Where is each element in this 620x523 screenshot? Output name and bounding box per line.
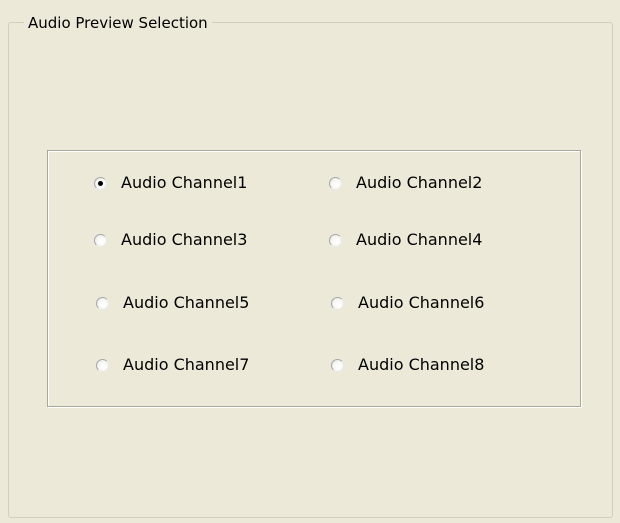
radio-button-icon[interactable] — [96, 296, 109, 310]
radio-audio-channel-4[interactable]: Audio Channel4 — [329, 230, 482, 250]
radio-audio-channel-5[interactable]: Audio Channel5 — [96, 293, 249, 313]
radio-button-icon[interactable] — [96, 358, 109, 372]
radio-audio-channel-1[interactable]: Audio Channel1 — [94, 173, 247, 193]
radio-label: Audio Channel6 — [358, 293, 485, 312]
radio-audio-channel-8[interactable]: Audio Channel8 — [331, 355, 484, 375]
radio-button-icon[interactable] — [94, 233, 107, 247]
radio-label: Audio Channel7 — [123, 355, 250, 374]
radio-label: Audio Channel4 — [356, 230, 483, 249]
radio-button-icon[interactable] — [331, 296, 344, 310]
radio-button-icon[interactable] — [329, 176, 342, 190]
audio-preview-group-title: Audio Preview Selection — [24, 15, 212, 31]
radio-label: Audio Channel2 — [356, 173, 483, 192]
radio-label: Audio Channel5 — [123, 293, 250, 312]
radio-button-icon[interactable] — [94, 176, 107, 190]
radio-button-icon[interactable] — [331, 358, 344, 372]
radio-audio-channel-6[interactable]: Audio Channel6 — [331, 293, 484, 313]
radio-button-icon[interactable] — [329, 233, 342, 247]
radio-audio-channel-3[interactable]: Audio Channel3 — [94, 230, 247, 250]
radio-label: Audio Channel8 — [358, 355, 485, 374]
radio-audio-channel-7[interactable]: Audio Channel7 — [96, 355, 249, 375]
radio-audio-channel-2[interactable]: Audio Channel2 — [329, 173, 482, 193]
radio-selected-dot-icon — [98, 180, 103, 186]
radio-label: Audio Channel3 — [121, 230, 248, 249]
radio-label: Audio Channel1 — [121, 173, 248, 192]
